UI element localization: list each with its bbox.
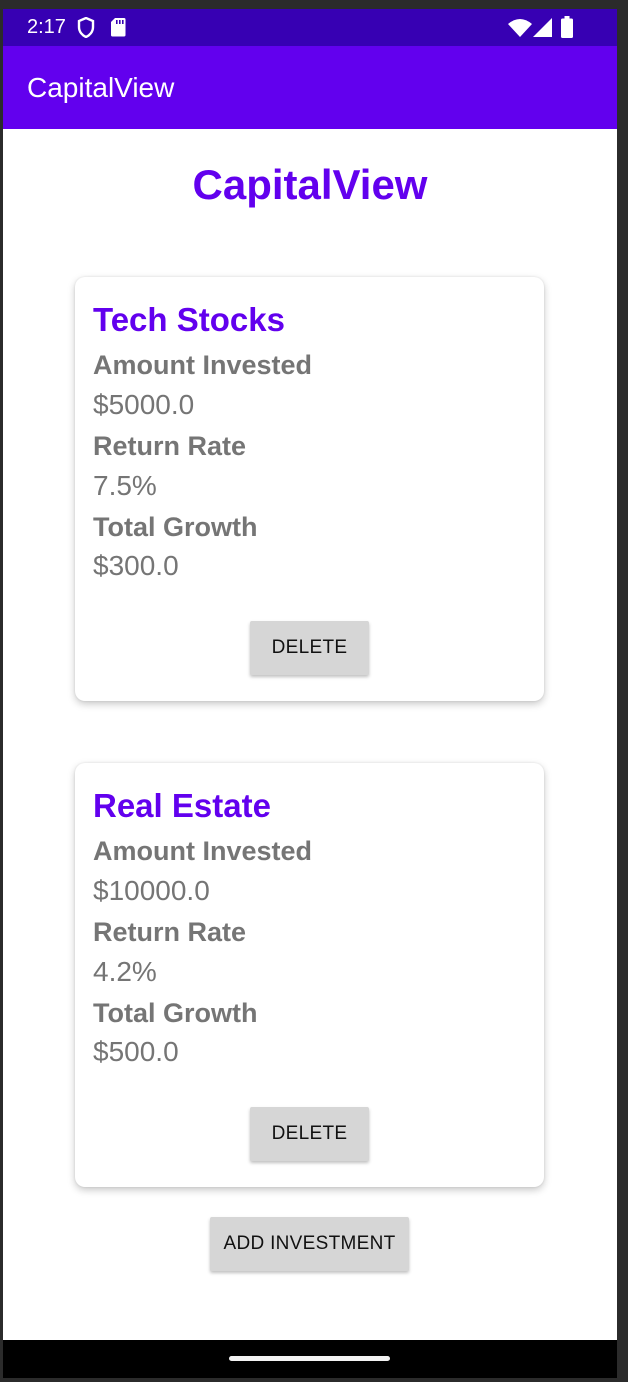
wifi-icon [508, 18, 532, 42]
total-growth-value: $500.0 [93, 1036, 179, 1067]
investment-card: Real Estate Amount Invested $10000.0 Ret… [75, 763, 544, 1187]
return-rate-value: 7.5% [93, 470, 157, 501]
investment-name: Real Estate [93, 787, 271, 824]
return-rate-label: Return Rate [93, 917, 247, 947]
app-bar: CapitalView [3, 46, 617, 129]
total-growth-label: Total Growth [93, 998, 258, 1028]
battery-icon [561, 16, 573, 43]
main-content: CapitalView Tech Stocks Amount Invested … [3, 129, 617, 1340]
investment-card: Tech Stocks Amount Invested $5000.0 Retu… [75, 277, 544, 701]
amount-invested-label: Amount Invested [93, 836, 313, 866]
page-title: CapitalView [192, 161, 428, 208]
navigation-bar [3, 1340, 617, 1378]
cellular-signal-icon [533, 18, 552, 42]
amount-invested-value: $10000.0 [93, 875, 210, 906]
home-gesture-handle[interactable] [229, 1356, 390, 1361]
delete-button[interactable]: DELETE [250, 1107, 369, 1161]
shield-icon [77, 16, 95, 43]
add-investment-button[interactable]: ADD INVESTMENT [210, 1217, 409, 1271]
sd-card-icon [110, 17, 126, 42]
total-growth-label: Total Growth [93, 512, 258, 542]
status-bar: 2:17 [3, 9, 617, 46]
status-time: 2:17 [27, 16, 66, 38]
investment-name: Tech Stocks [93, 301, 285, 338]
delete-button[interactable]: DELETE [250, 621, 369, 675]
total-growth-value: $300.0 [93, 550, 179, 581]
app-bar-title: CapitalView [27, 72, 175, 103]
amount-invested-value: $5000.0 [93, 389, 195, 420]
phone-screen: 2:17 CapitalView CapitalView Tech Stocks… [3, 9, 617, 1378]
return-rate-value: 4.2% [93, 956, 157, 987]
return-rate-label: Return Rate [93, 431, 247, 461]
amount-invested-label: Amount Invested [93, 350, 313, 380]
